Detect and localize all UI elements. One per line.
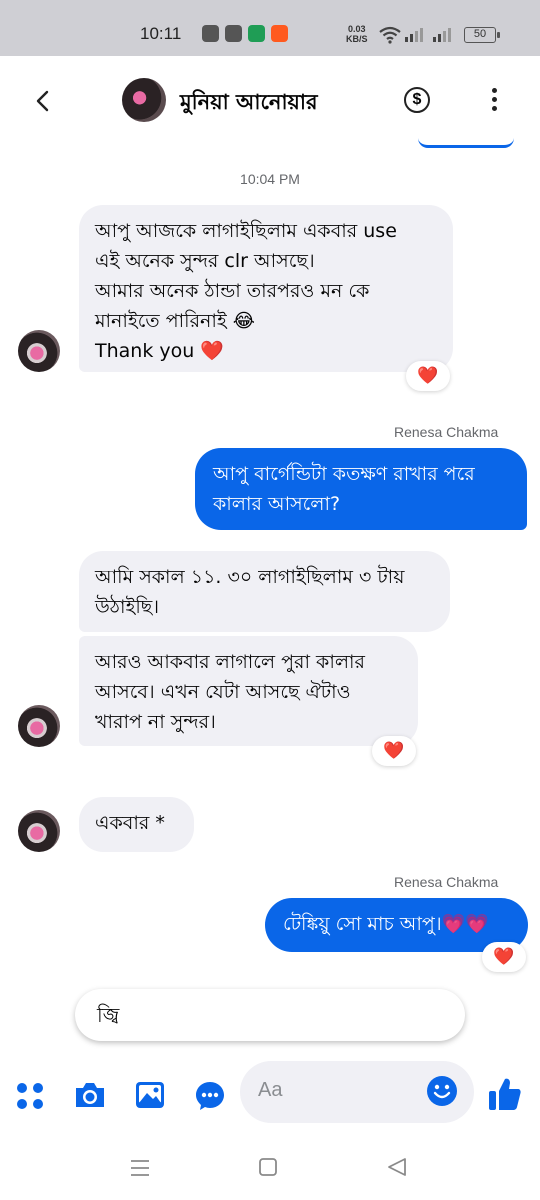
messenger-notification-icon — [202, 25, 219, 42]
message-input-placeholder: Aa — [258, 1079, 283, 1101]
settings-notification-icon — [225, 25, 242, 42]
wifi-icon — [379, 26, 401, 44]
chat-header: মুনিয়া আনোয়ার $ — [0, 56, 540, 144]
status-bar: 10:11 0.03 KB/S 50 — [0, 0, 540, 56]
previous-message-edge — [418, 138, 514, 148]
home-icon[interactable] — [258, 1157, 278, 1177]
signal-icon-sim1 — [405, 28, 423, 42]
heart-reaction[interactable]: ❤️ — [406, 361, 450, 391]
app-notification-icon-2 — [271, 25, 288, 42]
sender-name: Renesa Chakma — [394, 874, 499, 890]
more-vertical-icon[interactable] — [488, 88, 500, 114]
incoming-message[interactable]: একবার * — [79, 797, 194, 852]
apps-icon[interactable] — [16, 1082, 44, 1110]
outgoing-message[interactable]: আপু বার্গেন্ডিটা কতক্ষণ রাখার পরে কালার … — [195, 448, 527, 530]
thumbs-up-icon[interactable] — [488, 1076, 522, 1112]
contact-avatar-small[interactable] — [18, 330, 60, 372]
network-speed-unit: KB/S — [346, 34, 368, 44]
chevron-left-icon[interactable] — [28, 86, 58, 116]
recents-icon[interactable] — [130, 1158, 150, 1178]
gallery-icon[interactable] — [134, 1079, 166, 1111]
message-timestamp: 10:04 PM — [240, 171, 300, 187]
sender-name: Renesa Chakma — [394, 424, 499, 440]
contact-name[interactable]: মুনিয়া আনোয়ার — [180, 86, 318, 121]
quick-reply-suggestion[interactable]: জ্বি — [75, 989, 465, 1041]
incoming-message[interactable]: আপু আজকে লাগাইছিলাম একবার use এই অনেক সু… — [79, 205, 453, 372]
back-icon[interactable] — [386, 1157, 408, 1177]
emoji-icon[interactable] — [426, 1075, 458, 1107]
incoming-message[interactable]: আরও আকবার লাগালে পুরা কালার আসবে। এখন যে… — [79, 636, 418, 746]
dollar-icon[interactable]: $ — [404, 87, 430, 113]
message-input[interactable]: Aa — [240, 1061, 474, 1123]
contact-avatar-small[interactable] — [18, 705, 60, 747]
contact-avatar-small[interactable] — [18, 810, 60, 852]
heart-reaction[interactable]: ❤️ — [482, 942, 526, 972]
system-nav-bar — [0, 1140, 540, 1200]
signal-icon-sim2 — [433, 28, 451, 42]
battery-indicator: 50 — [464, 27, 500, 43]
message-composer: Aa — [0, 1056, 540, 1136]
network-speed: 0.03 KB/S — [346, 24, 368, 44]
chat-extension-icon[interactable] — [194, 1080, 226, 1112]
notification-icons — [202, 25, 288, 42]
network-speed-value: 0.03 — [347, 24, 366, 34]
heart-reaction[interactable]: ❤️ — [372, 736, 416, 766]
status-time: 10:11 — [140, 24, 182, 43]
contact-avatar[interactable] — [122, 78, 166, 122]
camera-icon[interactable] — [73, 1080, 107, 1110]
incoming-message[interactable]: আমি সকাল ১১. ৩০ লাগাইছিলাম ৩ টায় উঠাইছি… — [79, 551, 450, 632]
app-notification-icon — [248, 25, 265, 42]
